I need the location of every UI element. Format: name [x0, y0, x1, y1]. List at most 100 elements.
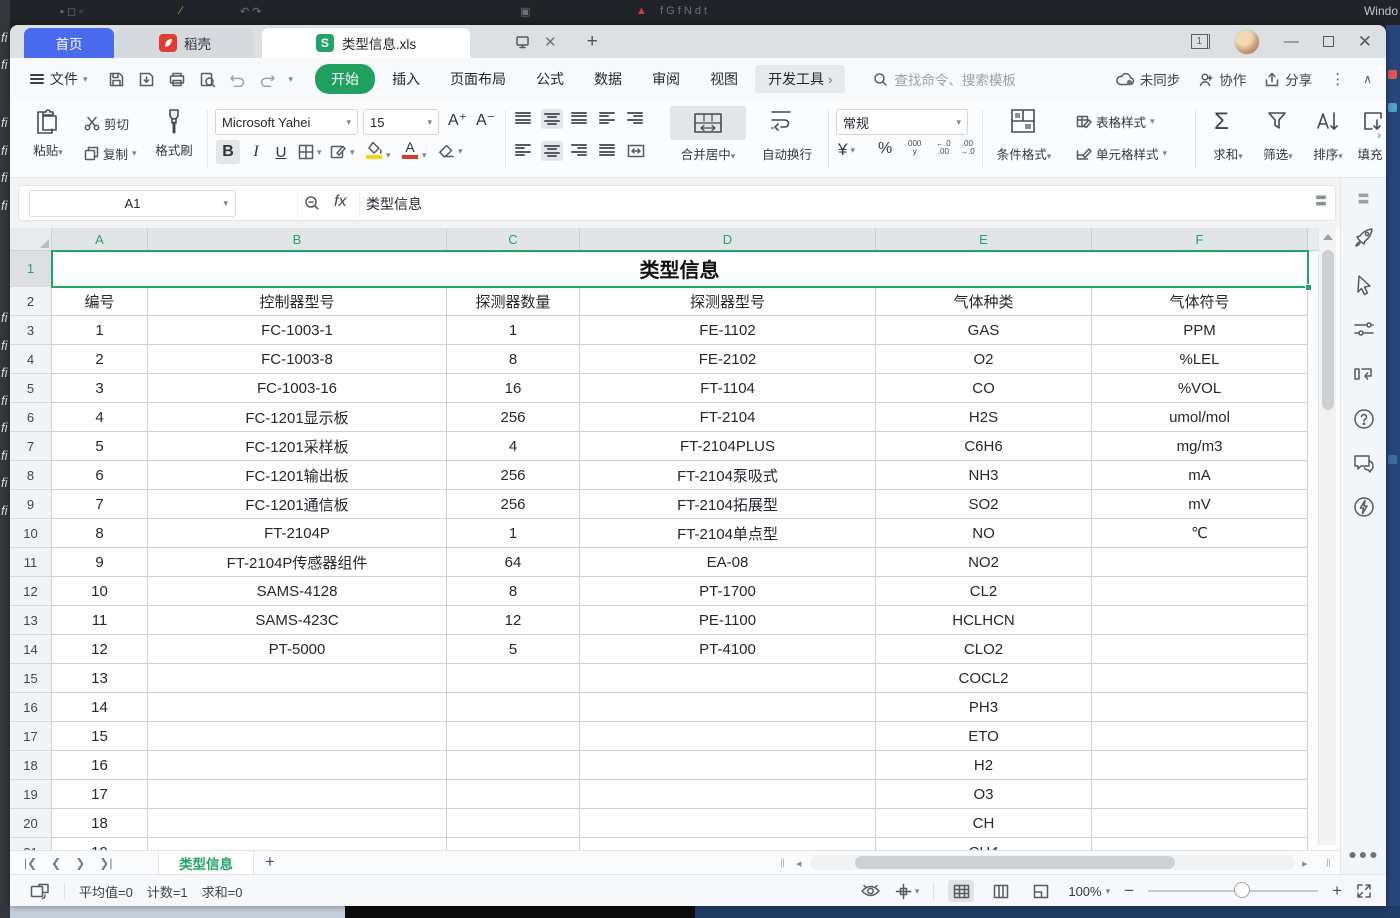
cell[interactable]: mg/m3: [1092, 432, 1308, 461]
row-header-19[interactable]: 19: [10, 780, 52, 809]
menu-tab-2[interactable]: 页面布局: [437, 65, 519, 93]
column-header-D[interactable]: D: [580, 228, 876, 251]
decrease-decimal-icon[interactable]: .00→.0: [960, 140, 975, 156]
cell[interactable]: ℃: [1092, 519, 1308, 548]
cell[interactable]: ETO: [876, 722, 1092, 751]
share-button[interactable]: 分享: [1264, 69, 1312, 89]
cell[interactable]: [1092, 548, 1308, 577]
format-painter-label[interactable]: 格式刷: [148, 140, 200, 159]
quick-actions-icon[interactable]: [1341, 496, 1387, 518]
wrap-text-label[interactable]: 自动换行: [756, 144, 818, 163]
eraser-icon[interactable]: ▾: [438, 144, 463, 159]
cell[interactable]: mA: [1092, 461, 1308, 490]
horizontal-scrollbar[interactable]: [810, 855, 1295, 870]
borders-icon[interactable]: ▾: [298, 144, 322, 160]
comma-style-icon[interactable]: 000𝗒: [908, 140, 921, 156]
cell[interactable]: umol/mol: [1092, 403, 1308, 432]
vertical-scrollbar[interactable]: [1318, 228, 1336, 845]
cell[interactable]: 7: [52, 490, 148, 519]
number-format-select[interactable]: 常规▾: [836, 109, 968, 135]
command-search[interactable]: 查找命令、搜索模板: [873, 69, 1016, 89]
cell[interactable]: [580, 838, 876, 850]
cell[interactable]: 探测器型号: [580, 287, 876, 316]
cell[interactable]: 控制器型号: [148, 287, 447, 316]
eye-protect-icon[interactable]: [860, 884, 881, 898]
help-icon[interactable]: [1341, 408, 1387, 430]
zoom-slider-knob[interactable]: [1234, 882, 1250, 898]
align-left-icon[interactable]: [515, 144, 531, 156]
increase-indent-icon[interactable]: [627, 112, 643, 124]
row-header-6[interactable]: 6: [10, 403, 52, 432]
fill-handle[interactable]: [1305, 284, 1312, 291]
zoom-out-icon[interactable]: −: [1124, 881, 1134, 901]
panel-more-icon[interactable]: ●●●: [1341, 846, 1387, 862]
increase-font-icon[interactable]: A⁺: [448, 110, 467, 130]
table-style-button[interactable]: 表格样式▾: [1076, 112, 1155, 131]
cell[interactable]: FC-1201显示板: [148, 403, 447, 432]
cell[interactable]: H2: [876, 751, 1092, 780]
normal-view-button[interactable]: [948, 880, 974, 902]
cell[interactable]: [580, 693, 876, 722]
cell[interactable]: FC-1201采样板: [148, 432, 447, 461]
row-header-4[interactable]: 4: [10, 345, 52, 374]
cell[interactable]: H2S: [876, 403, 1092, 432]
font-name-select[interactable]: Microsoft Yahei▾: [215, 109, 358, 135]
decrease-indent-icon[interactable]: [599, 112, 615, 124]
cell[interactable]: 编号: [52, 287, 148, 316]
align-middle-icon[interactable]: [541, 109, 563, 129]
formula-value[interactable]: 类型信息: [366, 186, 422, 222]
cell[interactable]: NO2: [876, 548, 1092, 577]
cell[interactable]: [148, 751, 447, 780]
percent-icon[interactable]: %: [878, 140, 892, 158]
minimize-button[interactable]: —: [1284, 34, 1299, 49]
first-sheet-icon[interactable]: |❮: [24, 856, 37, 870]
cell[interactable]: 5: [447, 635, 580, 664]
bold-button[interactable]: B: [216, 140, 240, 164]
cell[interactable]: %VOL: [1092, 374, 1308, 403]
cell[interactable]: [1092, 780, 1308, 809]
undo-icon[interactable]: [229, 72, 246, 87]
row-header-13[interactable]: 13: [10, 606, 52, 635]
cell[interactable]: EA-08: [580, 548, 876, 577]
cell-style-pen-icon[interactable]: ▾: [330, 144, 355, 160]
row-header-3[interactable]: 3: [10, 316, 52, 345]
process-flow-icon[interactable]: [1341, 364, 1387, 384]
panel-splitter-icon[interactable]: 〓: [1315, 192, 1328, 209]
cell[interactable]: 1: [447, 519, 580, 548]
collapse-ribbon-icon[interactable]: ∧: [1363, 72, 1372, 86]
scroll-up-icon[interactable]: [1323, 234, 1333, 240]
cell[interactable]: 9: [52, 548, 148, 577]
cell[interactable]: [580, 664, 876, 693]
cell[interactable]: FT-2104拓展型: [580, 490, 876, 519]
cell[interactable]: 64: [447, 548, 580, 577]
row-header-18[interactable]: 18: [10, 751, 52, 780]
cell[interactable]: CLO2: [876, 635, 1092, 664]
cell[interactable]: 12: [52, 635, 148, 664]
cell[interactable]: [1092, 722, 1308, 751]
currency-icon[interactable]: ¥▾: [838, 140, 855, 160]
more-menu-icon[interactable]: ⋮: [1330, 70, 1345, 88]
align-right-icon[interactable]: [571, 144, 587, 156]
merged-title-cell[interactable]: 类型信息: [52, 251, 1308, 287]
ribbon-more-icon[interactable]: ›: [1377, 128, 1381, 142]
cell[interactable]: PPM: [1092, 316, 1308, 345]
menu-tab-7[interactable]: 开发工具›: [755, 65, 845, 93]
row-header-17[interactable]: 17: [10, 722, 52, 751]
cell[interactable]: 14: [52, 693, 148, 722]
cell[interactable]: [447, 838, 580, 850]
row-header-1[interactable]: 1: [10, 251, 52, 287]
cell[interactable]: 11: [52, 606, 148, 635]
settings-sliders-icon[interactable]: [1341, 320, 1387, 338]
cell[interactable]: FC-1003-8: [148, 345, 447, 374]
font-color-icon[interactable]: A: [402, 140, 418, 159]
sync-status[interactable]: 未同步: [1116, 69, 1181, 89]
cell[interactable]: FT-2104PLUS: [580, 432, 876, 461]
filter-icon[interactable]: [1266, 110, 1288, 132]
rocket-icon[interactable]: [1341, 226, 1387, 248]
font-color-dropdown-icon[interactable]: ▾: [422, 150, 427, 161]
copy-button[interactable]: 复制▾: [84, 144, 137, 163]
row-header-15[interactable]: 15: [10, 664, 52, 693]
row-header-16[interactable]: 16: [10, 693, 52, 722]
row-header-10[interactable]: 10: [10, 519, 52, 548]
cell[interactable]: FE-2102: [580, 345, 876, 374]
